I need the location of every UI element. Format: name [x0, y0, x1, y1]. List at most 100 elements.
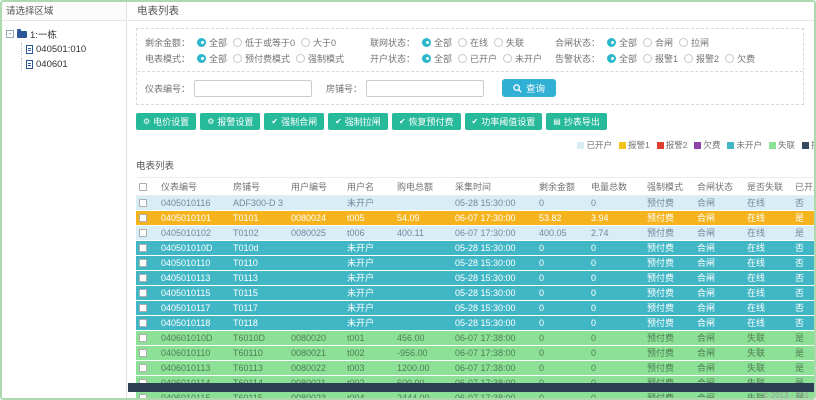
row-select-cell[interactable] — [136, 345, 158, 361]
alarm-settings-button[interactable]: ⚙ 报警设置 — [200, 113, 261, 130]
radio-option-label[interactable]: 低于或等于0 — [245, 36, 295, 49]
table-row[interactable]: 0406010110 T60110 0080021 t002 -956.00 06-07 … — [136, 345, 814, 361]
column-header[interactable]: 是否失联 — [744, 178, 792, 196]
table-row[interactable]: 0405010118 T0118 未开户 05-28 15:30:00 0 0 预付费 合闸在… — [136, 315, 814, 331]
row-checkbox[interactable] — [139, 319, 147, 328]
tree-node-leaf[interactable]: 040501:010 — [21, 43, 122, 55]
radio-option-label[interactable]: 全部 — [434, 52, 452, 65]
radio-option-label[interactable]: 预付费模式 — [245, 52, 290, 65]
row-checkbox[interactable] — [139, 364, 147, 373]
radio-unselected-icon[interactable] — [494, 37, 504, 47]
radio-unselected-icon[interactable] — [458, 53, 468, 63]
column-header[interactable]: 已开户 — [792, 178, 814, 196]
restore-prepaid-button[interactable]: ✔ 恢复预付费 — [391, 113, 461, 130]
row-checkbox[interactable] — [139, 274, 147, 283]
radio-selected-icon[interactable] — [422, 37, 432, 47]
meter-no-input[interactable] — [194, 79, 313, 97]
select-all-checkbox[interactable] — [139, 182, 147, 191]
table-row[interactable]: 0405010117 T0117 未开户 05-28 15:30:00 0 0 预付费 合闸在… — [136, 300, 814, 316]
column-header[interactable]: 房铺号 — [230, 178, 288, 196]
radio-option-label[interactable]: 已开户 — [470, 52, 497, 65]
column-header[interactable]: 用户名 — [344, 178, 394, 196]
row-select-cell[interactable] — [136, 330, 158, 346]
room-no-input[interactable] — [366, 79, 485, 97]
column-header[interactable]: 合闸状态 — [694, 178, 744, 196]
radio-unselected-icon[interactable] — [725, 53, 735, 63]
table-row[interactable]: 0405010110 T0110 未开户 05-28 15:30:00 0 0 预付费 合闸在… — [136, 255, 814, 271]
table-row[interactable]: 0405010113 T0113 未开户 05-28 15:30:00 0 0 预付费 合闸在… — [136, 270, 814, 286]
radio-option-label[interactable]: 在线 — [470, 36, 488, 49]
radio-selected-icon[interactable] — [197, 53, 207, 63]
row-checkbox[interactable] — [139, 214, 147, 223]
row-select-cell[interactable] — [136, 210, 158, 226]
radio-selected-icon[interactable] — [422, 53, 432, 63]
radio-unselected-icon[interactable] — [679, 37, 689, 47]
row-checkbox[interactable] — [139, 394, 147, 398]
column-header[interactable]: 用户编号 — [288, 178, 344, 196]
radio-option-label[interactable]: 拉闸 — [691, 36, 709, 49]
table-row[interactable]: 0406010113 T60113 0080022 t003 1200.00 06-07 … — [136, 360, 814, 376]
row-select-cell[interactable] — [136, 270, 158, 286]
radio-unselected-icon[interactable] — [233, 37, 243, 47]
row-checkbox[interactable] — [139, 229, 147, 238]
column-header[interactable]: 强制模式 — [644, 178, 694, 196]
radio-option-label[interactable]: 报警1 — [655, 52, 678, 65]
radio-selected-icon[interactable] — [607, 37, 617, 47]
radio-unselected-icon[interactable] — [296, 53, 306, 63]
radio-option-label[interactable]: 失联 — [506, 36, 524, 49]
radio-unselected-icon[interactable] — [684, 53, 694, 63]
radio-selected-icon[interactable] — [197, 37, 207, 47]
row-checkbox[interactable] — [139, 304, 147, 313]
radio-unselected-icon[interactable] — [643, 53, 653, 63]
column-header[interactable]: 剩余金额 — [536, 178, 588, 196]
radio-option-label[interactable]: 全部 — [619, 52, 637, 65]
query-button[interactable]: 查询 — [502, 79, 557, 97]
row-checkbox[interactable] — [139, 334, 147, 343]
collapse-icon[interactable]: - — [6, 30, 14, 38]
radio-option-label[interactable]: 未开户 — [515, 52, 542, 65]
row-select-cell[interactable] — [136, 315, 158, 331]
tree-node-folder[interactable]: - 1:一栋 — [6, 28, 122, 41]
row-checkbox[interactable] — [139, 349, 147, 358]
radio-unselected-icon[interactable] — [503, 53, 513, 63]
radio-unselected-icon[interactable] — [233, 53, 243, 63]
row-checkbox[interactable] — [139, 199, 147, 208]
row-checkbox[interactable] — [139, 244, 147, 253]
column-header[interactable]: 电量总数 — [588, 178, 644, 196]
radio-option-label[interactable]: 强制模式 — [308, 52, 344, 65]
horizontal-scrollbar[interactable] — [128, 383, 814, 392]
meter-export-button[interactable]: ▤ 抄表导出 — [546, 113, 607, 130]
table-row[interactable]: 040501010D T010d 未开户 05-28 15:30:00 0 0 预付费 合闸在… — [136, 240, 814, 256]
force-close-button[interactable]: ✔ 强制合闸 — [264, 113, 325, 130]
price-settings-button[interactable]: ⚙ 电价设置 — [136, 113, 197, 130]
radio-option-label[interactable]: 欠费 — [737, 52, 755, 65]
radio-unselected-icon[interactable] — [458, 37, 468, 47]
row-select-cell[interactable] — [136, 300, 158, 316]
radio-option-label[interactable]: 大于0 — [313, 36, 336, 49]
radio-option-label[interactable]: 全部 — [209, 52, 227, 65]
row-select-cell[interactable] — [136, 285, 158, 301]
row-select-cell[interactable] — [136, 360, 158, 376]
row-select-cell[interactable] — [136, 240, 158, 256]
row-checkbox[interactable] — [139, 289, 147, 298]
row-checkbox[interactable] — [139, 259, 147, 268]
table-row[interactable]: 040601010D T6010D 0080020 t001 456.00 06-07 1… — [136, 330, 814, 346]
column-header[interactable]: 购电总额 — [394, 178, 452, 196]
radio-unselected-icon[interactable] — [301, 37, 311, 47]
radio-option-label[interactable]: 全部 — [619, 36, 637, 49]
power-threshold-button[interactable]: ✔ 功率阈值设置 — [464, 113, 543, 130]
force-open-button[interactable]: ✔ 强制拉闸 — [328, 113, 388, 130]
table-row[interactable]: 0405010102 T0102 0080025 t006 400.11 06-07 17… — [136, 225, 814, 241]
radio-option-label[interactable]: 全部 — [434, 36, 452, 49]
radio-option-label[interactable]: 合闸 — [655, 36, 673, 49]
table-row[interactable]: 0405010101 T0101 0080024 t005 54.09 06-07 17:… — [136, 210, 814, 226]
row-select-cell[interactable] — [136, 255, 158, 271]
radio-option-label[interactable]: 全部 — [209, 36, 227, 49]
column-header[interactable]: 仪表编号 — [158, 178, 230, 196]
radio-option-label[interactable]: 报警2 — [696, 52, 719, 65]
table-row[interactable]: 0405010116 ADF300-D 3 未开户 05-28 15:30:00 0 0 预… — [136, 195, 814, 211]
select-all-cell[interactable] — [136, 178, 158, 196]
radio-unselected-icon[interactable] — [643, 37, 653, 47]
row-select-cell[interactable] — [136, 195, 158, 211]
radio-selected-icon[interactable] — [607, 53, 617, 63]
